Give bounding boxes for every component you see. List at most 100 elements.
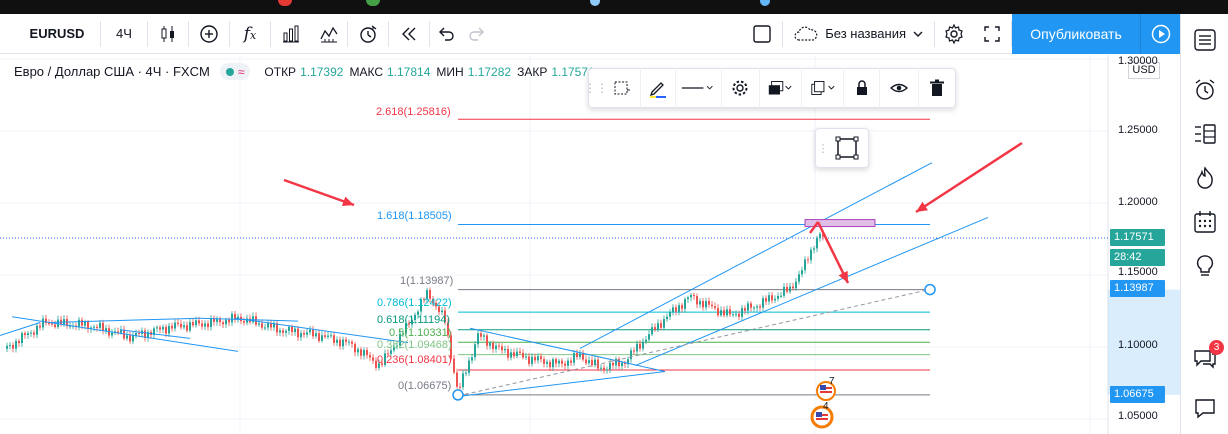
candle-body bbox=[483, 335, 485, 337]
fib-level-label: 0.236(1.08401) bbox=[377, 354, 452, 366]
indicators-button[interactable]: fx bbox=[230, 14, 270, 54]
settings-button[interactable] bbox=[722, 68, 760, 108]
candle-body bbox=[516, 351, 518, 357]
candle-body bbox=[162, 326, 164, 330]
candle-body bbox=[168, 325, 170, 334]
symbol-search-button[interactable]: EURUSD bbox=[0, 14, 100, 54]
drawing-anchor-handle bbox=[924, 283, 936, 296]
high-label: МАКС bbox=[349, 64, 383, 79]
ideas-stream-button[interactable] bbox=[1181, 244, 1228, 288]
candle-body bbox=[99, 322, 101, 328]
candle-body bbox=[174, 322, 176, 329]
candle-body bbox=[285, 330, 287, 333]
candle-body bbox=[813, 248, 815, 250]
wave-icon: ≈ bbox=[237, 64, 245, 79]
data-window-button[interactable] bbox=[1181, 112, 1228, 156]
candle-body bbox=[441, 310, 443, 313]
rectangle-select-icon[interactable] bbox=[834, 135, 860, 161]
fib-level-label: 0(1.06675) bbox=[398, 380, 452, 392]
chart-pane[interactable] bbox=[0, 55, 1180, 434]
candle-body bbox=[675, 307, 677, 312]
candle-body bbox=[519, 351, 521, 353]
alert-button[interactable] bbox=[348, 14, 388, 54]
market-status-pill[interactable]: ≈ bbox=[219, 63, 251, 80]
alerts-panel-button[interactable] bbox=[1181, 68, 1228, 112]
candle-body bbox=[612, 362, 614, 366]
candle-body bbox=[321, 335, 323, 341]
candle-body bbox=[621, 362, 623, 367]
candle-body bbox=[750, 303, 752, 308]
candle-body bbox=[690, 295, 692, 298]
fullscreen-button[interactable] bbox=[973, 14, 1011, 54]
candle-body bbox=[6, 345, 8, 349]
candle-body bbox=[759, 306, 761, 308]
candle-body bbox=[567, 360, 569, 366]
candle-body bbox=[693, 295, 695, 297]
candle-body bbox=[654, 327, 656, 330]
candle-body bbox=[192, 322, 194, 326]
clone-button[interactable] bbox=[802, 68, 845, 108]
templates-icon bbox=[320, 26, 338, 42]
fib-level-label: 0.618(1.11194) bbox=[377, 314, 451, 326]
candle-body bbox=[507, 348, 509, 358]
multi-chart-layout-button[interactable] bbox=[742, 14, 782, 54]
calendar-button[interactable] bbox=[1181, 200, 1228, 244]
messages-button[interactable] bbox=[1181, 386, 1228, 430]
candle-body bbox=[708, 301, 710, 305]
candle-body bbox=[579, 353, 581, 358]
candle-body bbox=[18, 340, 20, 344]
lock-button[interactable] bbox=[844, 68, 881, 108]
candle-body bbox=[564, 363, 566, 366]
undo-button[interactable] bbox=[430, 14, 462, 54]
candle-body bbox=[363, 350, 365, 356]
chart-settings-button[interactable] bbox=[935, 14, 973, 54]
candle-body bbox=[225, 319, 227, 325]
templates-button[interactable] bbox=[311, 14, 347, 54]
publish-play-button[interactable] bbox=[1140, 14, 1180, 54]
right-widget-bar: 3 bbox=[1180, 14, 1228, 434]
publish-idea-button[interactable]: Опубликовать bbox=[1012, 14, 1140, 54]
drag-handle[interactable]: ⋮⋮ bbox=[584, 68, 608, 108]
candle-body bbox=[705, 301, 707, 308]
drag-handle[interactable]: ⋮ bbox=[816, 142, 830, 155]
layout-name-dropdown[interactable]: Без названия bbox=[783, 14, 934, 54]
low-value: 1.17282 bbox=[467, 64, 512, 79]
economic-event-marker[interactable]: 4 bbox=[807, 401, 837, 431]
financials-button[interactable] bbox=[271, 14, 311, 54]
speech-bubble-icon bbox=[1195, 399, 1215, 419]
price-tick: 1.25000 bbox=[1118, 124, 1158, 136]
candle-body bbox=[351, 341, 353, 344]
play-circle-icon bbox=[1151, 24, 1170, 44]
function-icon: fx bbox=[243, 23, 257, 44]
candle-body bbox=[753, 307, 755, 309]
delete-button[interactable] bbox=[919, 68, 955, 108]
window-top-strip bbox=[0, 0, 1228, 14]
candle-body bbox=[471, 357, 473, 361]
chats-button[interactable]: 3 bbox=[1181, 336, 1228, 380]
candle-body bbox=[267, 323, 269, 328]
line-style-button[interactable] bbox=[676, 68, 722, 108]
layers-icon bbox=[769, 81, 792, 95]
candle-body bbox=[189, 322, 191, 331]
price-chart[interactable] bbox=[0, 55, 1180, 434]
candle-body bbox=[609, 362, 611, 370]
hide-button[interactable] bbox=[880, 68, 919, 108]
candle-body bbox=[42, 318, 44, 328]
candle-body bbox=[195, 320, 197, 326]
line-color-button[interactable] bbox=[641, 68, 676, 108]
compare-symbol-button[interactable] bbox=[189, 14, 229, 54]
hotlists-button[interactable] bbox=[1181, 156, 1228, 200]
chart-style-candles-button[interactable] bbox=[148, 14, 188, 54]
candle-body bbox=[489, 342, 491, 346]
layout-name-label: Без названия bbox=[825, 26, 906, 41]
template-button[interactable] bbox=[603, 68, 642, 108]
candle-body bbox=[786, 286, 788, 292]
bar-replay-button[interactable] bbox=[389, 14, 429, 54]
visual-order-button[interactable] bbox=[760, 68, 802, 108]
interval-button[interactable]: 4Ч bbox=[101, 14, 147, 54]
candle-body bbox=[468, 360, 470, 373]
redo-button[interactable] bbox=[462, 14, 492, 54]
drawing-price-label-high: 1.13987 bbox=[1110, 280, 1165, 297]
watchlist-button[interactable] bbox=[1181, 18, 1228, 62]
candle-body bbox=[222, 322, 224, 325]
